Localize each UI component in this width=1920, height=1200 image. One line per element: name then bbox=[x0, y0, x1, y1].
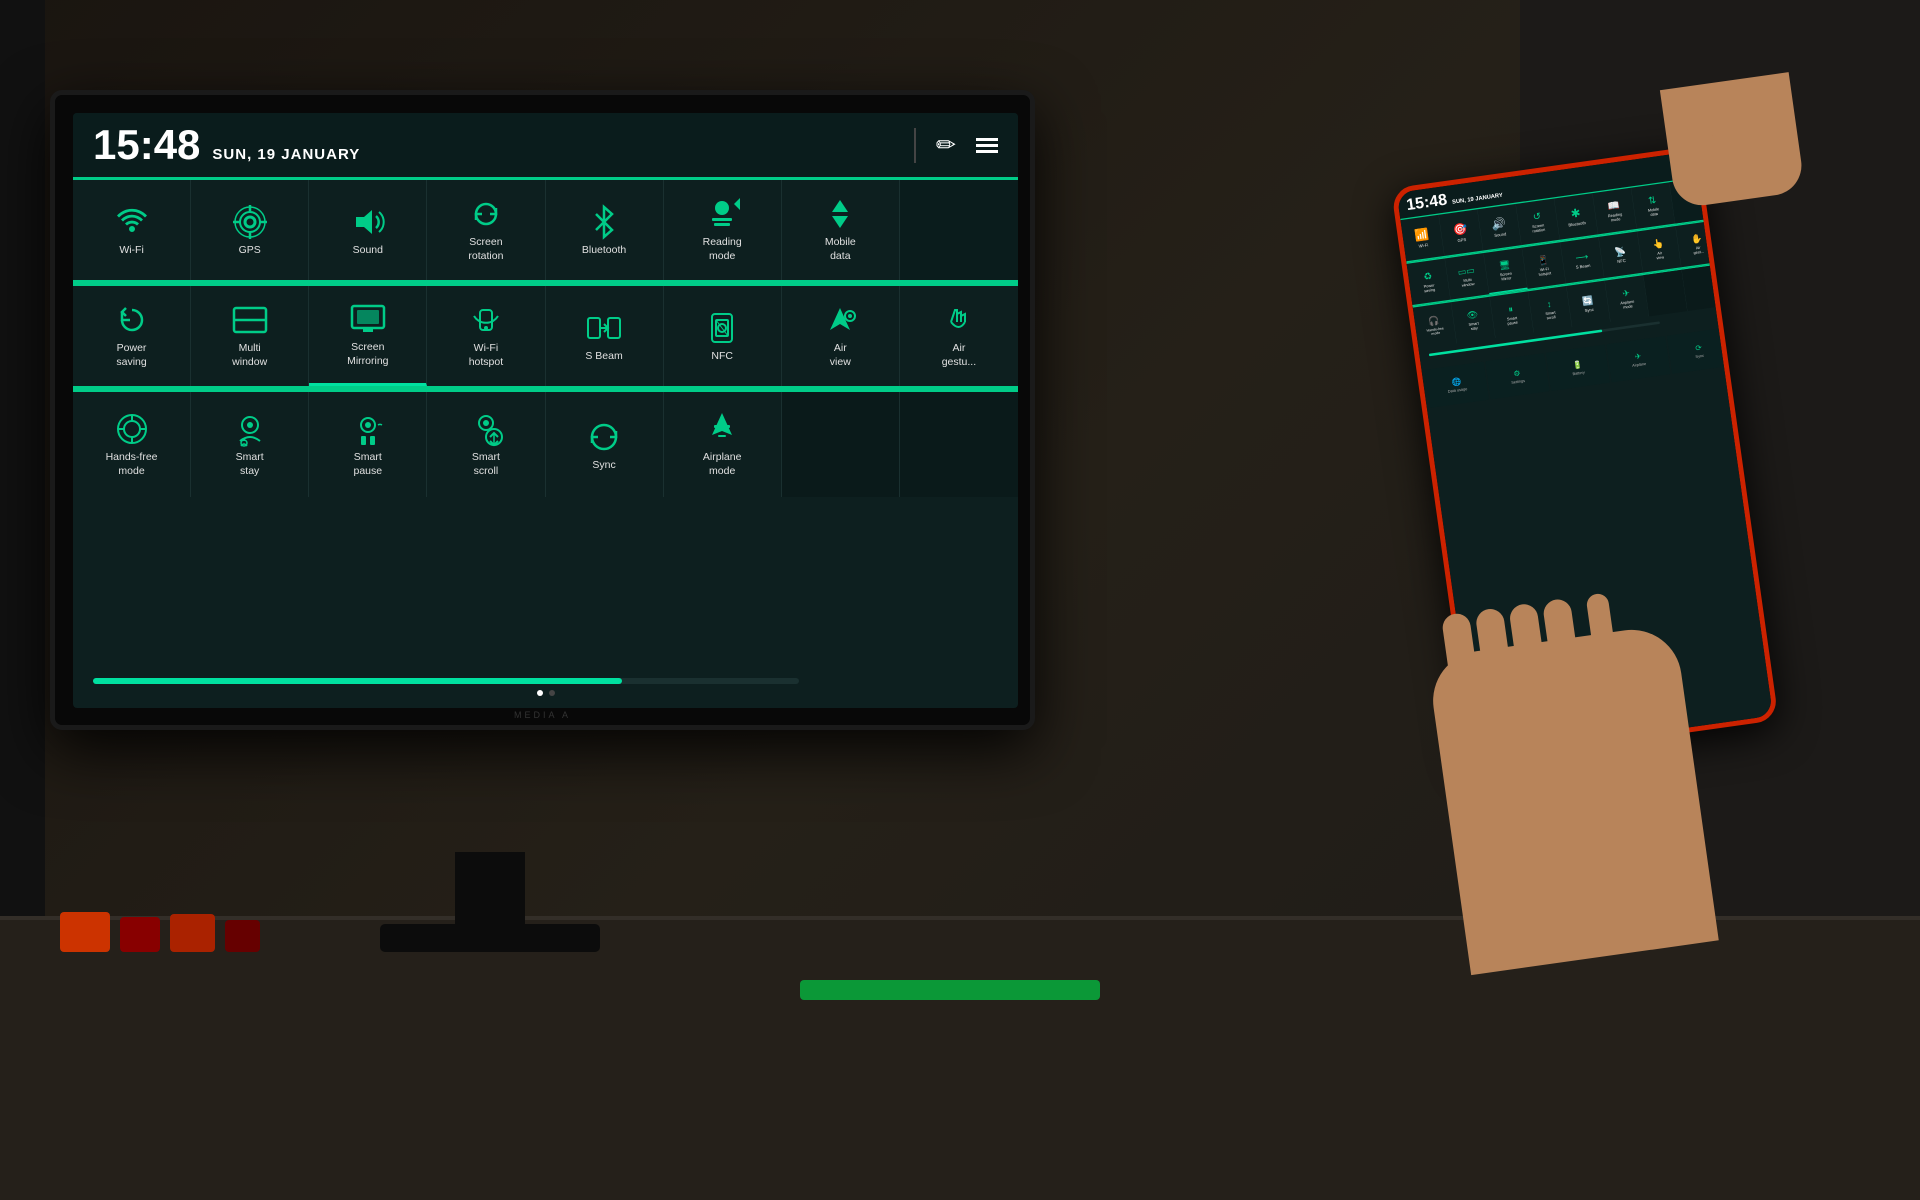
qs-row-3: Hands-freemode Smartstay bbox=[73, 392, 1018, 497]
sync-label: Sync bbox=[592, 459, 615, 471]
tv-stand-neck bbox=[455, 852, 525, 927]
qs-smart-pause[interactable]: Smartpause bbox=[309, 392, 427, 497]
qs-empty-7 bbox=[782, 392, 900, 497]
smart-stay-label: Smartstay bbox=[236, 451, 264, 478]
progress-bar-inner bbox=[93, 678, 622, 684]
qs-row-2: Powersaving Multiwindow bbox=[73, 286, 1018, 389]
qs-sync[interactable]: Sync bbox=[546, 392, 664, 497]
power-saving-label: Powersaving bbox=[116, 342, 146, 369]
wifi-hotspot-icon bbox=[468, 302, 504, 338]
qs-header: 15:48 SUN, 19 JANUARY ✏ bbox=[73, 113, 1018, 177]
bluetooth-icon bbox=[586, 204, 622, 240]
qs-reading-mode[interactable]: Readingmode bbox=[664, 180, 782, 280]
qs-empty-8 bbox=[900, 392, 1018, 497]
hands-free-icon bbox=[114, 411, 150, 447]
qs-smart-scroll[interactable]: Smartscroll bbox=[427, 392, 545, 497]
bluetooth-label: Bluetooth bbox=[582, 244, 626, 256]
tv-brand-label: MEDIA A bbox=[514, 710, 571, 720]
airplane-mode-icon bbox=[704, 411, 740, 447]
mobile-data-icon bbox=[822, 196, 858, 232]
menu-icon[interactable] bbox=[976, 138, 998, 153]
clock-display: 15:48 bbox=[93, 121, 200, 169]
green-accent-bottom bbox=[800, 980, 1100, 1000]
hand-bottom bbox=[1427, 623, 1719, 975]
qs-smart-stay[interactable]: Smartstay bbox=[191, 392, 309, 497]
qs-air-view[interactable]: Airview bbox=[782, 286, 900, 386]
tv-stand-base bbox=[380, 924, 600, 952]
s-beam-icon bbox=[586, 310, 622, 346]
smart-scroll-icon bbox=[468, 411, 504, 447]
tv-screen: 15:48 SUN, 19 JANUARY ✏ bbox=[73, 113, 1018, 708]
room-background: 15:48 SUN, 19 JANUARY ✏ bbox=[0, 0, 1920, 1200]
smart-pause-label: Smartpause bbox=[354, 451, 383, 478]
screen-rotation-icon bbox=[468, 196, 504, 232]
hand-top bbox=[1660, 72, 1805, 209]
air-gesture-icon bbox=[941, 302, 977, 338]
qs-multi-window[interactable]: Multiwindow bbox=[191, 286, 309, 386]
shelf-decoration-2 bbox=[120, 917, 160, 952]
screen-mirroring-icon bbox=[350, 301, 386, 337]
reading-mode-icon bbox=[704, 196, 740, 232]
qs-panel: 15:48 SUN, 19 JANUARY ✏ bbox=[73, 113, 1018, 708]
qs-row-1: Wi-Fi GPS bbox=[73, 180, 1018, 283]
time-date-group: 15:48 SUN, 19 JANUARY bbox=[93, 121, 360, 169]
power-saving-icon bbox=[114, 302, 150, 338]
pencil-icon[interactable]: ✏ bbox=[936, 131, 956, 160]
shelf-decoration-4 bbox=[225, 920, 260, 952]
qs-nfc[interactable]: NFC bbox=[664, 286, 782, 386]
qs-sound[interactable]: Sound bbox=[309, 180, 427, 280]
nfc-icon bbox=[704, 310, 740, 346]
wifi-icon bbox=[114, 204, 150, 240]
air-view-label: Airview bbox=[830, 342, 851, 369]
multi-window-label: Multiwindow bbox=[232, 342, 267, 369]
sound-label: Sound bbox=[353, 244, 383, 256]
qs-wifi-hotspot[interactable]: Wi-Fihotspot bbox=[427, 286, 545, 386]
qs-bottom bbox=[73, 497, 1018, 708]
qs-mobile-data[interactable]: Mobiledata bbox=[782, 180, 900, 280]
wifi-hotspot-label: Wi-Fihotspot bbox=[469, 342, 503, 369]
dot-active bbox=[537, 690, 543, 696]
hands-free-label: Hands-freemode bbox=[106, 451, 158, 478]
screen-rotation-label: Screenrotation bbox=[468, 236, 503, 263]
date-display: SUN, 19 JANUARY bbox=[212, 146, 360, 163]
qs-air-gesture[interactable]: Airgestu... bbox=[900, 286, 1018, 386]
smart-pause-icon bbox=[350, 411, 386, 447]
smart-scroll-label: Smartscroll bbox=[472, 451, 500, 478]
airplane-mode-label: Airplanemode bbox=[703, 451, 742, 478]
qs-gps[interactable]: GPS bbox=[191, 180, 309, 280]
progress-bar-outer bbox=[93, 678, 799, 684]
qs-bluetooth[interactable]: Bluetooth bbox=[546, 180, 664, 280]
page-dots bbox=[93, 690, 998, 696]
s-beam-label: S Beam bbox=[585, 350, 622, 362]
sync-icon bbox=[586, 419, 622, 455]
shelf-decoration-1 bbox=[60, 912, 110, 952]
reading-mode-label: Readingmode bbox=[703, 236, 742, 263]
qs-wifi[interactable]: Wi-Fi bbox=[73, 180, 191, 280]
air-view-icon bbox=[822, 302, 858, 338]
qs-screen-mirroring[interactable]: ScreenMirroring bbox=[309, 286, 427, 386]
nfc-label: NFC bbox=[711, 350, 733, 362]
gps-label: GPS bbox=[239, 244, 261, 256]
multi-window-icon bbox=[232, 302, 268, 338]
qs-airplane-mode[interactable]: Airplanemode bbox=[664, 392, 782, 497]
header-divider bbox=[914, 128, 916, 163]
qs-hands-free[interactable]: Hands-freemode bbox=[73, 392, 191, 497]
qs-partial bbox=[900, 180, 1018, 280]
tv-frame: 15:48 SUN, 19 JANUARY ✏ bbox=[50, 90, 1035, 730]
wifi-label: Wi-Fi bbox=[119, 244, 144, 256]
gps-icon bbox=[232, 204, 268, 240]
bottom-shelf bbox=[0, 920, 1920, 1200]
qs-power-saving[interactable]: Powersaving bbox=[73, 286, 191, 386]
mobile-data-label: Mobiledata bbox=[825, 236, 856, 263]
shelf-decoration-3 bbox=[170, 914, 215, 952]
smart-stay-icon bbox=[232, 411, 268, 447]
dot-2 bbox=[549, 690, 555, 696]
qs-screen-rotation[interactable]: Screenrotation bbox=[427, 180, 545, 280]
sound-icon bbox=[350, 204, 386, 240]
header-actions: ✏ bbox=[914, 128, 998, 163]
qs-s-beam[interactable]: S Beam bbox=[546, 286, 664, 386]
screen-mirroring-label: ScreenMirroring bbox=[347, 341, 388, 368]
air-gesture-label: Airgestu... bbox=[942, 342, 976, 369]
